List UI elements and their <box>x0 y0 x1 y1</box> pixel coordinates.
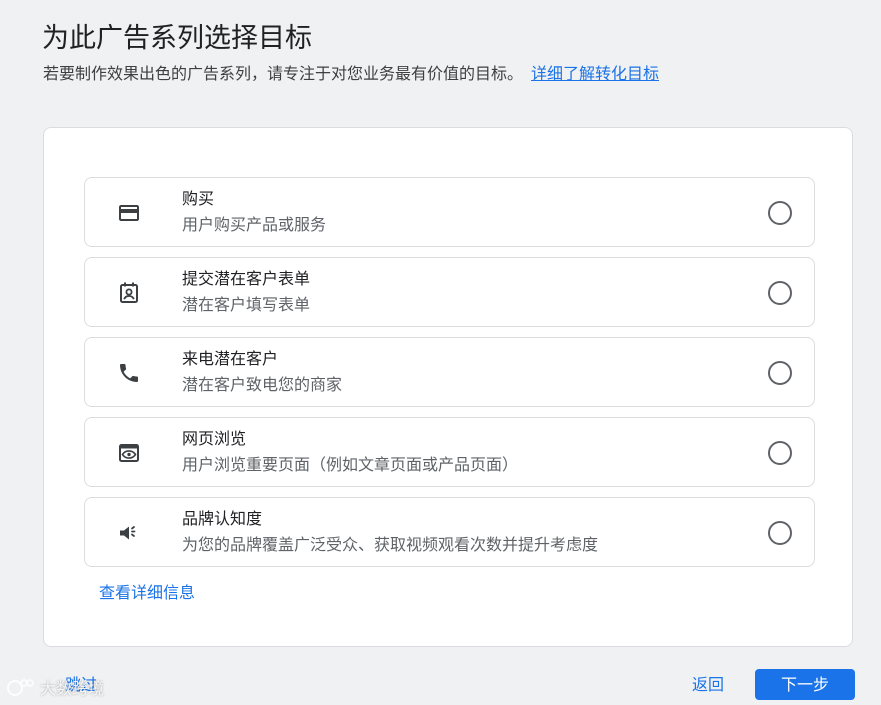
goal-option-title: 品牌认知度 <box>182 509 263 528</box>
learn-conversion-goals-link[interactable]: 详细了解转化目标 <box>531 64 659 83</box>
goal-option-title: 购买 <box>182 189 215 208</box>
goal-options-list: 购买 用户购买产品或服务 提交潜在客户表单 潜在客户填写表单 来电潜在客户 潜在… <box>84 177 815 577</box>
goal-radio-page-view[interactable] <box>768 441 792 465</box>
view-details-link[interactable]: 查看详细信息 <box>99 581 195 605</box>
watermark-logo-icon <box>7 679 34 696</box>
subtitle-text: 若要制作效果出色的广告系列，请专注于对您业务最有价值的目标。 <box>43 64 524 83</box>
goal-option-brand-awareness[interactable]: 品牌认知度 为您的品牌覆盖广泛受众、获取视频观看次数并提升考虑度 <box>84 497 815 567</box>
goal-option-description: 潜在客户填写表单 <box>182 295 311 314</box>
goal-option-lead-form[interactable]: 提交潜在客户表单 潜在客户填写表单 <box>84 257 815 327</box>
phone-icon <box>117 361 141 385</box>
goal-option-title: 提交潜在客户表单 <box>182 269 311 288</box>
goal-option-description: 为您的品牌覆盖广泛受众、获取视频观看次数并提升考虑度 <box>182 535 599 554</box>
goal-radio-lead-form[interactable] <box>768 281 792 305</box>
web-page-view-icon <box>117 441 141 465</box>
goal-radio-purchase[interactable] <box>768 201 792 225</box>
goal-radio-brand-awareness[interactable] <box>768 521 792 545</box>
contact-form-icon <box>117 281 141 305</box>
back-button[interactable]: 返回 <box>692 673 724 697</box>
skip-link[interactable]: 跳过 <box>65 673 97 697</box>
goal-option-purchase[interactable]: 购买 用户购买产品或服务 <box>84 177 815 247</box>
goal-option-title: 来电潜在客户 <box>182 349 279 368</box>
goal-option-description: 用户浏览重要页面（例如文章页面或产品页面） <box>182 455 519 474</box>
goal-option-description: 用户购买产品或服务 <box>182 215 327 234</box>
next-step-button[interactable]: 下一步 <box>755 669 855 700</box>
credit-card-icon <box>117 201 141 225</box>
page-subtitle: 若要制作效果出色的广告系列，请专注于对您业务最有价值的目标。 详细了解转化目标 <box>43 62 659 86</box>
goal-option-title: 网页浏览 <box>182 429 247 448</box>
goal-radio-phone-call[interactable] <box>768 361 792 385</box>
goal-selection-card: 购买 用户购买产品或服务 提交潜在客户表单 潜在客户填写表单 来电潜在客户 潜在… <box>43 127 853 647</box>
goal-option-description: 潜在客户致电您的商家 <box>182 375 343 394</box>
goal-option-phone-call[interactable]: 来电潜在客户 潜在客户致电您的商家 <box>84 337 815 407</box>
page-title: 为此广告系列选择目标 <box>42 23 312 54</box>
megaphone-icon <box>117 521 141 545</box>
goal-option-page-view[interactable]: 网页浏览 用户浏览重要页面（例如文章页面或产品页面） <box>84 417 815 487</box>
